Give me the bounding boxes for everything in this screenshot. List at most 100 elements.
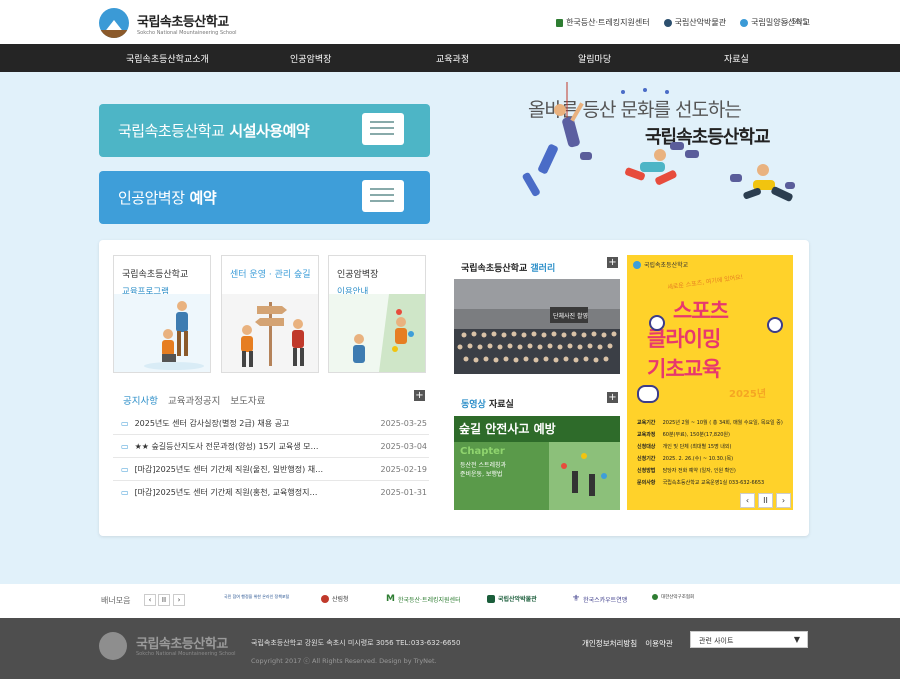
koala-mascot-icon	[767, 317, 783, 333]
banner-bar: 배너모음 ‹ II › 국민 참여 행정을 위한 온라인 정책포털 산림청 M한…	[0, 584, 900, 618]
content-panel: 국립속초등산학교 교육프로그램 센터 운영 · 관리 숲길 인공암벽장 이용안내…	[99, 240, 809, 536]
video-sub1: 등산전 스트레칭과	[460, 462, 507, 469]
poster-line1: 스포츠	[673, 299, 729, 323]
banner-mountain-museum[interactable]: 국립산악박물관	[487, 594, 537, 603]
gallery-title: 국립속초등산학교 갤러리	[461, 264, 556, 274]
poster-row: 신청기간 2025. 2. 26.(수) ~ 10.30.(목)	[637, 456, 734, 462]
gallery-photo[interactable]: 단체사진 촬영	[454, 279, 620, 374]
list-item[interactable]: ▭ 2025년도 센터 감사실장(별정 2급) 채용 공고 2025-03-25	[113, 412, 429, 435]
promo-poster[interactable]: 국립속초등산학교 새로운 스포츠, 여기에 있어요! 스포츠 클라이밍 기초교육…	[627, 255, 793, 510]
trail-sign-illustration	[222, 294, 318, 372]
share-icon: ⋖	[782, 17, 792, 26]
tab-press[interactable]: 보도자료	[230, 393, 265, 407]
notice-tabs: 공지사항 교육과정공지 보도자료	[123, 393, 265, 407]
list-item[interactable]: ▭ [마감]2025년도 센터 기간제 직원(홍천, 교육행정지… 2025-01-…	[113, 481, 429, 504]
card-education-program[interactable]: 국립속초등산학교 교육프로그램	[113, 255, 211, 373]
poster-row: 교육기간 2025년 2월 ~ 10월 ( 총 34회, 매월 수요일, 목요일…	[637, 420, 783, 426]
poster-bubble: 새로운 스포츠, 여기에 있어요!	[667, 273, 744, 292]
family-link-museum[interactable]: 국립산악박물관	[663, 17, 726, 28]
koala-mascot-icon	[649, 315, 665, 331]
privacy-policy-link[interactable]: 개인정보처리방침	[582, 638, 637, 649]
video-thumb-title: 숲길 안전사고 예방	[459, 422, 556, 436]
facility-reservation-button[interactable]: 국립속초등산학교 시설사용예약	[99, 104, 430, 157]
document-chat-icon	[362, 113, 404, 145]
museum-logo-icon	[663, 18, 672, 27]
banner-rescue-assoc[interactable]: 대한산악구조협회	[652, 594, 694, 600]
climbers-illustration	[522, 82, 795, 202]
site-logo[interactable]: 국립속초등산학교 Sokcho National Mountaineering …	[99, 8, 237, 38]
terms-link[interactable]: 이용약관	[645, 638, 673, 649]
miryang-logo-icon	[740, 18, 749, 27]
speech-bubble-icon: ▭	[121, 418, 129, 428]
poster-row: 신청방법 담당자 전화 예약 (일자, 인원 확인)	[637, 468, 736, 474]
trekking-logo-icon: M	[386, 594, 395, 604]
video-sub2: 준비운동, 보행법	[460, 471, 503, 478]
tab-course-notice[interactable]: 교육과정공지	[168, 393, 220, 407]
video-thumbnail[interactable]: 숲길 안전사고 예방 Chapter 등산전 스트레칭과 준비운동, 보행법	[454, 416, 620, 510]
footer-address: 국립속초등산학교 강원도 속초시 미시령로 3056 TEL:033-632-6…	[251, 639, 461, 647]
fleur-de-lis-icon: ⚜	[572, 594, 581, 604]
site-header: 국립속초등산학교 Sokcho National Mountaineering …	[0, 0, 900, 44]
sns-button[interactable]: ⋖ SNS	[782, 17, 807, 26]
trekking-logo-icon	[556, 18, 564, 27]
banner-title: 배너모음	[101, 596, 131, 605]
logo-title: 국립속초등산학교	[137, 14, 229, 30]
chat-check-icon	[362, 180, 404, 212]
banner-scout[interactable]: ⚜ 한국스카우트연맹	[572, 594, 627, 604]
group-photo-image	[454, 279, 620, 374]
taegeuk-icon	[321, 594, 329, 603]
poster-brand: 국립속초등산학교	[633, 260, 688, 269]
banner-policy-portal[interactable]: 국민 참여 행정을 위한 온라인 정책포털	[224, 594, 294, 599]
video-title: 동영상 자료실	[461, 400, 514, 410]
main-nav: 국립속초등산학교소개 인공암벽장 교육과정 알림마당 자료실	[0, 44, 900, 72]
wall-climber-illustration	[329, 294, 425, 372]
poster-row: 신청대상 개인 및 단체 (최대별 15명 내외)	[637, 444, 732, 450]
tab-notice[interactable]: 공지사항	[123, 393, 158, 407]
photo-caption: 단체사진 촬영	[553, 313, 589, 320]
speech-bubble-icon: ▭	[121, 464, 129, 474]
mountain-logo-icon	[633, 260, 641, 269]
nav-item-about[interactable]: 국립속초등산학교소개	[126, 52, 209, 65]
poster-next-button[interactable]: ›	[776, 493, 791, 508]
climbing-wall-reservation-button[interactable]: 인공암벽장 예약	[99, 171, 430, 224]
speech-bubble-icon: ▭	[121, 441, 129, 451]
notice-more-button[interactable]: +	[414, 390, 425, 401]
poster-pause-button[interactable]: II	[758, 493, 773, 508]
poster-prev-button[interactable]: ‹	[740, 493, 755, 508]
poster-line3: 기초교육	[647, 357, 721, 381]
list-item[interactable]: ▭ ★★ 숲길등산지도사 전문과정(양성) 15기 교육생 모… 2025-03-0…	[113, 435, 429, 458]
list-item[interactable]: ▭ [마감]2025년도 센터 기간제 직원(울진, 일반행정) 채… 2025-0…	[113, 458, 429, 481]
hiker-illustration	[114, 294, 210, 372]
banner-prev-button[interactable]: ‹	[144, 594, 156, 606]
poster-row: 교육과정 60분(무료), 150분(17,820원)	[637, 432, 730, 438]
caret-down-icon: ▼	[793, 635, 800, 644]
card-center-operation[interactable]: 센터 운영 · 관리 숲길	[221, 255, 319, 373]
video-more-button[interactable]: +	[607, 392, 618, 403]
museum-logo-icon	[487, 594, 495, 603]
video-chapter: Chapter	[460, 446, 505, 457]
poster-year: 2025년	[729, 389, 767, 400]
logo-subtitle: Sokcho National Mountaineering School	[137, 29, 237, 36]
banner-pause-button[interactable]: II	[158, 594, 170, 606]
footer-logo-title: 국립속초등산학교	[136, 637, 228, 652]
family-link-trekking[interactable]: 한국등산·트레킹지원센터	[556, 17, 650, 28]
banner-next-button[interactable]: ›	[173, 594, 185, 606]
site-footer: 국립속초등산학교 Sokcho National Mountaineering …	[0, 618, 900, 679]
related-sites-select[interactable]: 관련 사이트 ▼	[690, 631, 808, 648]
nav-item-notice[interactable]: 알림마당	[578, 52, 611, 65]
mountain-logo-icon	[99, 632, 127, 660]
poster-row: 문의사항 국립속초등산학교 교육운영1실 033-632-6653	[637, 480, 765, 486]
gallery-more-button[interactable]: +	[607, 257, 618, 268]
nav-item-climbing-wall[interactable]: 인공암벽장	[290, 52, 331, 65]
footer-copyright: Copyright 2017 ⓒ All Rights Reserved. De…	[251, 657, 437, 665]
rescue-logo-icon	[652, 594, 658, 600]
banner-trekking-center[interactable]: M 한국등산·트레킹지원센터	[386, 594, 461, 604]
card-climbing-wall-guide[interactable]: 인공암벽장 이용안내	[328, 255, 426, 373]
mountain-logo-icon	[99, 8, 129, 38]
banner-forest-service[interactable]: 산림청	[321, 594, 349, 603]
nav-item-courses[interactable]: 교육과정	[436, 52, 469, 65]
notice-list: ▭ 2025년도 센터 감사실장(별정 2급) 채용 공고 2025-03-25 ▭…	[113, 412, 429, 504]
footer-logo-subtitle: Sokcho National Mountaineering School	[136, 651, 236, 657]
koala-mascot-icon	[637, 385, 659, 403]
nav-item-archive[interactable]: 자료실	[724, 52, 749, 65]
